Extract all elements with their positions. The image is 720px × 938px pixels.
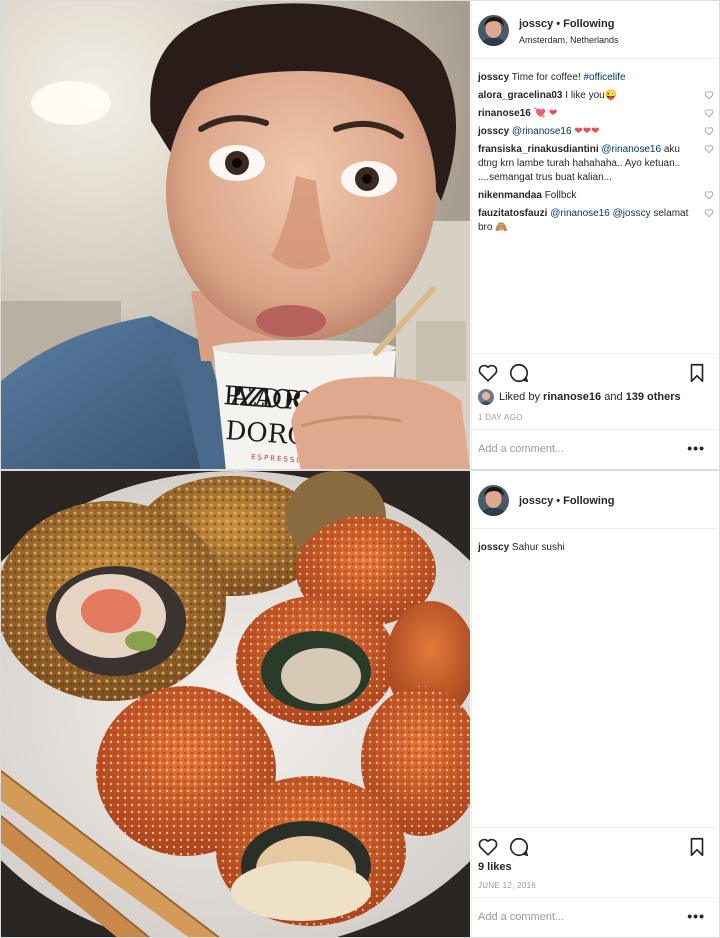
comment-text: Time for coffee! <box>511 72 581 83</box>
bookmark-icon[interactable] <box>686 836 708 858</box>
comment-bubble-icon[interactable] <box>508 362 530 384</box>
comment-hashtag[interactable]: #officelife <box>583 72 625 83</box>
avatar[interactable] <box>478 485 509 516</box>
comment-box: Add a comment... ••• <box>472 429 720 469</box>
comment-like-icon[interactable] <box>704 126 714 136</box>
comment-text: I like you😜 <box>565 90 618 101</box>
more-dots-icon[interactable]: ••• <box>687 908 705 924</box>
action-bar <box>472 827 720 863</box>
comment-emoji: 💘 ❤ <box>533 108 558 119</box>
post-card: josscy • Following josscy Sahur sushi 9 li… <box>0 470 720 938</box>
comment-mention[interactable]: @rinanose16 <box>512 126 572 137</box>
comment-item: alora_gracelina03 I like you😜 <box>478 89 714 103</box>
caption: josscy Sahur sushi <box>478 541 714 555</box>
separator-dot: • <box>556 495 561 507</box>
post-photo[interactable] <box>1 471 470 937</box>
post-sidebar: josscy • Following Amsterdam, Netherlands … <box>471 1 720 469</box>
add-comment-input[interactable]: Add a comment... <box>478 443 564 455</box>
comment-emoji: ❤❤❤ <box>574 126 600 137</box>
sushi-photo <box>1 471 470 937</box>
comment-user[interactable]: fauzitatosfauzi <box>478 208 547 219</box>
heart-outline-icon[interactable] <box>477 362 499 384</box>
post-photo[interactable]: PIAZZA DORO DORO ESPRESSO <box>1 1 470 469</box>
separator-dot: • <box>556 18 561 30</box>
post-header: josscy • Following Amsterdam, Netherlands <box>472 1 720 59</box>
likes-and: and <box>604 391 623 403</box>
add-comment-input[interactable]: Add a comment... <box>478 911 564 923</box>
comment-item: nikenmandaa Follbck <box>478 189 714 203</box>
comment-like-icon[interactable] <box>704 144 714 154</box>
likes-others[interactable]: 139 others <box>626 391 681 403</box>
avatar[interactable] <box>478 15 509 46</box>
post-date[interactable]: JUNE 12, 2016 <box>478 881 536 890</box>
comment-item: fauzitatosfauzi @rinanose16 @josscy sela… <box>478 207 714 235</box>
likes-user[interactable]: rinanose16 <box>543 391 601 403</box>
comment-list: josscy Sahur sushi <box>478 541 714 559</box>
comment-item: rinanose16 💘 ❤ <box>478 107 714 121</box>
comment-user[interactable]: fransiska_rinakusdiantini <box>478 144 599 155</box>
comment-user[interactable]: alora_gracelina03 <box>478 90 563 101</box>
post-sidebar: josscy • Following josscy Sahur sushi 9 li… <box>471 471 720 937</box>
selfie-photo: PIAZZA DORO DORO ESPRESSO <box>1 1 470 469</box>
comment-box: Add a comment... ••• <box>472 897 720 937</box>
comment-text: Follbck <box>544 190 577 201</box>
liker-avatar[interactable] <box>478 389 494 405</box>
post-date[interactable]: 1 DAY AGO <box>478 413 523 422</box>
comment-user[interactable]: rinanose16 <box>478 108 531 119</box>
bookmark-icon[interactable] <box>686 362 708 384</box>
comment-mention[interactable]: @rinanose16 <box>601 144 661 155</box>
action-bar <box>472 353 720 389</box>
comment-user[interactable]: josscy <box>478 126 509 137</box>
comment-text: Sahur sushi <box>511 542 565 553</box>
follow-status[interactable]: Following <box>563 495 614 507</box>
post-card: PIAZZA DORO DORO ESPRESSO josscy • Followi… <box>0 0 720 470</box>
comment-user[interactable]: nikenmandaa <box>478 190 542 201</box>
comment-item: josscy @rinanose16 ❤❤❤ <box>478 125 714 139</box>
comment-bubble-icon[interactable] <box>508 836 530 858</box>
comment-like-icon[interactable] <box>704 90 714 100</box>
comment-user[interactable]: josscy <box>478 72 509 83</box>
comment-like-icon[interactable] <box>704 108 714 118</box>
username[interactable]: josscy <box>519 495 553 507</box>
comment-user[interactable]: josscy <box>478 542 509 553</box>
location-label[interactable]: Amsterdam, Netherlands <box>519 35 619 45</box>
more-dots-icon[interactable]: ••• <box>687 440 705 456</box>
username[interactable]: josscy <box>519 18 553 30</box>
likes-prefix: Liked by <box>499 391 540 403</box>
comment-like-icon[interactable] <box>704 208 714 218</box>
heart-outline-icon[interactable] <box>477 836 499 858</box>
follow-status[interactable]: Following <box>563 18 614 30</box>
comment-mention[interactable]: @rinanose16 @josscy <box>550 208 650 219</box>
comment-list: josscy Time for coffee! #officelife alor… <box>478 71 714 239</box>
likes-summary: Liked by rinanose16 and 139 others <box>499 391 681 403</box>
likes-count[interactable]: 9 likes <box>478 861 512 873</box>
comment-like-icon[interactable] <box>704 190 714 200</box>
comment-item: fransiska_rinakusdiantini @rinanose16 ak… <box>478 143 714 185</box>
post-header: josscy • Following <box>472 471 720 529</box>
caption: josscy Time for coffee! #officelife <box>478 71 714 85</box>
